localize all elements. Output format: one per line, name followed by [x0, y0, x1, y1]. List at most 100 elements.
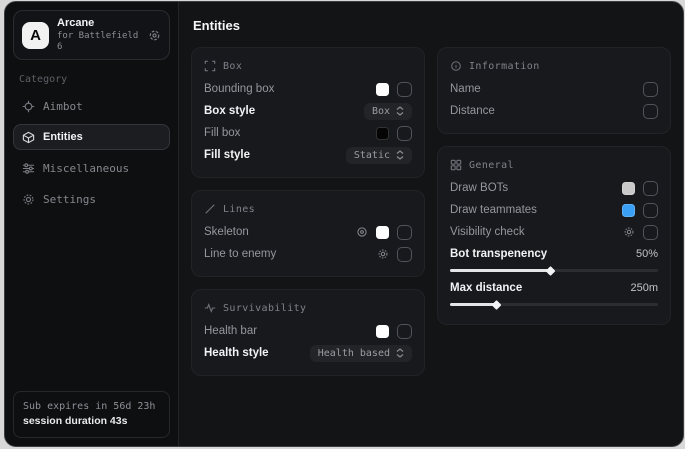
- sidebar-item-label: Entities: [43, 131, 83, 143]
- setting-label: Fill box: [204, 127, 240, 139]
- color-swatch[interactable]: [376, 325, 389, 338]
- setting-label: Fill style: [204, 149, 250, 161]
- card-survivability: Survivability Health bar Health style: [191, 289, 425, 376]
- gear-icon[interactable]: [623, 226, 635, 238]
- setting-label: Box style: [204, 105, 255, 117]
- sidebar-item-label: Miscellaneous: [43, 162, 129, 175]
- fill-style-select[interactable]: Static: [346, 147, 412, 164]
- setting-row-line-to-enemy: Line to enemy: [204, 243, 412, 265]
- page-title: Entities: [193, 18, 669, 33]
- card-title: General: [469, 160, 514, 171]
- color-swatch[interactable]: [376, 127, 389, 140]
- card-lines: Lines Skeleton Line to enemy: [191, 190, 425, 277]
- sub-expires-text: Sub expires in 56d 23h: [23, 399, 160, 414]
- app-subtitle: for Battlefield 6: [57, 31, 140, 54]
- setting-row-visibility-check: Visibility check: [450, 221, 658, 243]
- card-general: General Draw BOTs Draw teammates: [437, 146, 671, 325]
- sidebar-item-label: Aimbot: [43, 100, 83, 113]
- gear-icon[interactable]: [377, 248, 389, 260]
- color-swatch[interactable]: [376, 83, 389, 96]
- health-bar-checkbox[interactable]: [397, 324, 412, 339]
- setting-row-fill-box: Fill box: [204, 122, 412, 144]
- sidebar-item-miscellaneous[interactable]: Miscellaneous: [13, 155, 170, 181]
- category-label: Category: [19, 74, 164, 85]
- distance-checkbox[interactable]: [643, 104, 658, 119]
- chevron-up-down-icon: [396, 106, 404, 116]
- card-information: Information Name Distance: [437, 47, 671, 134]
- color-swatch[interactable]: [376, 226, 389, 239]
- draw-teammates-checkbox[interactable]: [643, 203, 658, 218]
- draw-bots-checkbox[interactable]: [643, 181, 658, 196]
- diagonal-line-icon: [204, 203, 216, 215]
- session-duration-text: session duration 43s: [23, 414, 160, 430]
- setting-row-bot-transparency: Bot transpenency 50%: [450, 245, 658, 272]
- info-circle-icon: [450, 60, 462, 72]
- fill-box-checkbox[interactable]: [397, 126, 412, 141]
- name-checkbox[interactable]: [643, 82, 658, 97]
- setting-label: Draw teammates: [450, 204, 537, 216]
- corner-brackets-icon: [204, 60, 216, 72]
- setting-label: Line to enemy: [204, 248, 276, 260]
- card-box: Box Bounding box Box style Box: [191, 47, 425, 178]
- bounding-box-checkbox[interactable]: [397, 82, 412, 97]
- sliders-icon: [22, 162, 35, 175]
- logo-card: A Arcane for Battlefield 6: [13, 10, 170, 60]
- grid-icon: [450, 159, 462, 171]
- health-style-select[interactable]: Health based: [310, 345, 412, 362]
- avatar: A: [22, 22, 49, 49]
- subscription-card: Sub expires in 56d 23h session duration …: [13, 391, 170, 438]
- setting-row-box-style: Box style Box: [204, 100, 412, 122]
- setting-label: Bot transpenency: [450, 248, 547, 260]
- setting-label: Health bar: [204, 325, 257, 337]
- setting-row-name: Name: [450, 78, 658, 100]
- box-style-select[interactable]: Box: [364, 103, 412, 120]
- setting-label: Bounding box: [204, 83, 274, 95]
- sidebar-item-label: Settings: [43, 193, 96, 206]
- setting-label: Health style: [204, 347, 269, 359]
- setting-label: Max distance: [450, 282, 522, 294]
- setting-row-max-distance: Max distance 250m: [450, 279, 658, 306]
- chevron-up-down-icon: [396, 150, 404, 160]
- slider-value: 50%: [636, 248, 658, 260]
- setting-label: Name: [450, 83, 481, 95]
- card-title: Information: [469, 61, 540, 72]
- setting-row-fill-style: Fill style Static: [204, 144, 412, 166]
- slider-thumb[interactable]: [491, 300, 501, 310]
- max-distance-slider[interactable]: [450, 303, 658, 306]
- line-to-enemy-checkbox[interactable]: [397, 247, 412, 262]
- setting-row-draw-teammates: Draw teammates: [450, 199, 658, 221]
- sidebar-item-aimbot[interactable]: Aimbot: [13, 93, 170, 119]
- bot-transparency-slider[interactable]: [450, 269, 658, 272]
- color-swatch[interactable]: [622, 182, 635, 195]
- color-swatch[interactable]: [622, 204, 635, 217]
- card-title: Survivability: [223, 303, 306, 314]
- gear-icon: [22, 193, 35, 206]
- sidebar-item-entities[interactable]: Entities: [13, 124, 170, 150]
- setting-label: Draw BOTs: [450, 182, 508, 194]
- refresh-gear-icon[interactable]: [148, 29, 161, 42]
- setting-row-draw-bots: Draw BOTs: [450, 177, 658, 199]
- cube-icon: [22, 131, 35, 144]
- setting-row-distance: Distance: [450, 100, 658, 122]
- sidebar: A Arcane for Battlefield 6 Category Aimb…: [5, 2, 179, 446]
- setting-row-bounding-box: Bounding box: [204, 78, 412, 100]
- setting-row-skeleton: Skeleton: [204, 221, 412, 243]
- slider-thumb[interactable]: [545, 266, 555, 276]
- setting-row-health-bar: Health bar: [204, 320, 412, 342]
- app-window: A Arcane for Battlefield 6 Category Aimb…: [4, 1, 684, 447]
- visibility-check-checkbox[interactable]: [643, 225, 658, 240]
- skeleton-checkbox[interactable]: [397, 225, 412, 240]
- target-circle-icon[interactable]: [356, 226, 368, 238]
- setting-label: Skeleton: [204, 226, 249, 238]
- setting-row-health-style: Health style Health based: [204, 342, 412, 364]
- crosshair-icon: [22, 100, 35, 113]
- setting-label: Visibility check: [450, 226, 525, 238]
- card-title: Box: [223, 61, 242, 72]
- main-panel: Entities Box Bounding box: [179, 2, 683, 446]
- card-title: Lines: [223, 204, 255, 215]
- pulse-icon: [204, 302, 216, 314]
- chevron-up-down-icon: [396, 348, 404, 358]
- sidebar-nav: Aimbot Entities Miscellaneous: [13, 93, 170, 212]
- setting-label: Distance: [450, 105, 495, 117]
- sidebar-item-settings[interactable]: Settings: [13, 186, 170, 212]
